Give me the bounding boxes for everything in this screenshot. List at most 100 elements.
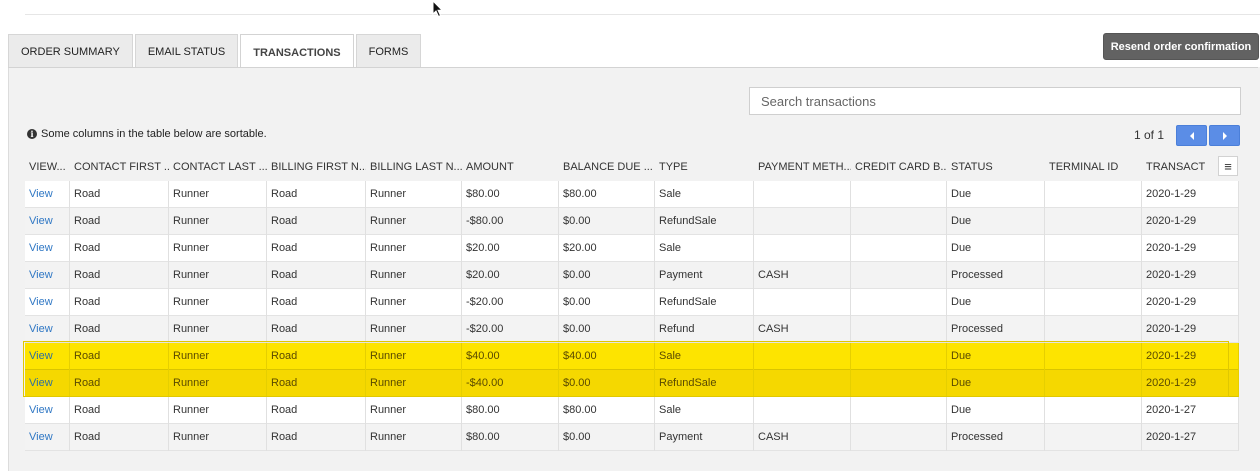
cell-type: RefundSale	[655, 208, 754, 235]
cell-type: RefundSale	[655, 289, 754, 316]
sortable-notice-text: Some columns in the table below are sort…	[41, 128, 267, 140]
column-header-billing-first[interactable]: BILLING FIRST N...	[267, 153, 366, 180]
tab-divider	[8, 67, 1258, 68]
chevron-right-icon	[1222, 131, 1227, 140]
cell-billing-last: Runner	[366, 289, 462, 316]
cell-transaction-date: 2020-1-29	[1142, 235, 1239, 262]
table-row: View Road Runner Road Runner $80.00 $0.00 Payme…	[25, 424, 1239, 451]
cell-billing-first: Road	[267, 424, 366, 451]
cell-payment-method: CASH	[754, 262, 851, 289]
column-header-status[interactable]: STATUS	[947, 153, 1045, 180]
cell-terminal-id	[1045, 397, 1142, 424]
cell-terminal-id	[1045, 316, 1142, 343]
table-row: View Road Runner Road Runner $20.00 $20.00 Sale…	[25, 235, 1239, 262]
column-header-billing-last[interactable]: BILLING LAST N...	[366, 153, 462, 180]
tab-bar: ORDER SUMMARY EMAIL STATUS TRANSACTIONS …	[8, 34, 423, 69]
view-link[interactable]: View	[25, 397, 70, 424]
cell-amount: $20.00	[462, 262, 559, 289]
view-link[interactable]: View	[25, 262, 70, 289]
cell-type: Payment	[655, 424, 754, 451]
column-header-amount[interactable]: AMOUNT	[462, 153, 559, 180]
cell-contact-first: Road	[70, 208, 169, 235]
cell-transaction-date: 2020-1-29	[1142, 343, 1239, 370]
column-header-contact-first[interactable]: CONTACT FIRST ...	[70, 153, 169, 180]
cell-billing-first: Road	[267, 397, 366, 424]
tab-order-summary[interactable]: ORDER SUMMARY	[8, 34, 133, 68]
view-link[interactable]: View	[25, 289, 70, 316]
cell-contact-first: Road	[70, 316, 169, 343]
tab-forms[interactable]: FORMS	[355, 34, 422, 68]
cell-terminal-id	[1045, 181, 1142, 208]
cell-payment-method	[754, 181, 851, 208]
cell-type: Payment	[655, 262, 754, 289]
cell-balance-due: $0.00	[559, 262, 655, 289]
column-header-terminal-id[interactable]: TERMINAL ID	[1045, 153, 1142, 180]
cell-billing-first: Road	[267, 343, 366, 370]
cell-transaction-date: 2020-1-29	[1142, 289, 1239, 316]
hamburger-menu-icon[interactable]: ≡	[1218, 156, 1238, 176]
mouse-pointer-icon	[432, 0, 444, 18]
cell-billing-first: Road	[267, 370, 366, 397]
cell-type: Sale	[655, 235, 754, 262]
cell-balance-due: $0.00	[559, 316, 655, 343]
sortable-notice: i Some columns in the table below are so…	[27, 128, 267, 140]
view-link[interactable]: View	[25, 181, 70, 208]
cell-credit-card	[851, 316, 947, 343]
view-link[interactable]: View	[25, 316, 70, 343]
tab-transactions[interactable]: TRANSACTIONS	[240, 34, 354, 69]
cell-status: Due	[947, 289, 1045, 316]
top-divider	[25, 14, 1260, 15]
info-icon: i	[27, 129, 37, 139]
cell-credit-card	[851, 289, 947, 316]
cell-credit-card	[851, 370, 947, 397]
column-header-view[interactable]: VIEW...	[25, 153, 70, 180]
cell-transaction-date: 2020-1-27	[1142, 397, 1239, 424]
column-header-transaction-date[interactable]: TRANSACTIO	[1142, 153, 1206, 180]
next-page-button[interactable]	[1209, 125, 1240, 146]
cell-terminal-id	[1045, 289, 1142, 316]
cell-contact-last: Runner	[169, 424, 267, 451]
cell-billing-last: Runner	[366, 235, 462, 262]
cell-billing-last: Runner	[366, 424, 462, 451]
cell-payment-method: CASH	[754, 316, 851, 343]
cell-balance-due: $0.00	[559, 208, 655, 235]
cell-contact-first: Road	[70, 424, 169, 451]
cell-amount: $80.00	[462, 181, 559, 208]
cell-billing-first: Road	[267, 316, 366, 343]
cell-amount: $80.00	[462, 424, 559, 451]
column-header-payment-method[interactable]: PAYMENT METH...	[754, 153, 851, 180]
cell-status: Due	[947, 208, 1045, 235]
cell-contact-first: Road	[70, 397, 169, 424]
cell-amount: -$20.00	[462, 289, 559, 316]
column-header-contact-last[interactable]: CONTACT LAST ...	[169, 153, 267, 180]
cell-billing-last: Runner	[366, 208, 462, 235]
cell-credit-card	[851, 424, 947, 451]
cell-billing-last: Runner	[366, 181, 462, 208]
table-row: View Road Runner Road Runner $80.00 $80.00 Sale…	[25, 181, 1239, 208]
cell-terminal-id	[1045, 262, 1142, 289]
column-header-balance-due[interactable]: BALANCE DUE ...	[559, 153, 655, 180]
view-link[interactable]: View	[25, 235, 70, 262]
prev-page-button[interactable]	[1176, 125, 1207, 146]
cell-billing-last: Runner	[366, 397, 462, 424]
table-row: View Road Runner Road Runner -$40.00 $0.00 Refu…	[25, 370, 1239, 397]
cell-contact-last: Runner	[169, 181, 267, 208]
resend-order-confirmation-button[interactable]: Resend order confirmation	[1103, 33, 1259, 60]
tab-email-status[interactable]: EMAIL STATUS	[134, 34, 239, 68]
column-header-credit-card[interactable]: CREDIT CARD B...	[851, 153, 947, 180]
chevron-left-icon	[1189, 131, 1194, 140]
cell-transaction-date: 2020-1-27	[1142, 424, 1239, 451]
view-link[interactable]: View	[25, 208, 70, 235]
cell-credit-card	[851, 235, 947, 262]
cell-transaction-date: 2020-1-29	[1142, 370, 1239, 397]
column-header-type[interactable]: TYPE	[655, 153, 754, 180]
cell-terminal-id	[1045, 370, 1142, 397]
table-row: View Road Runner Road Runner $80.00 $80.00 Sale…	[25, 397, 1239, 424]
cell-payment-method	[754, 289, 851, 316]
search-transactions-input[interactable]	[749, 87, 1241, 115]
view-link[interactable]: View	[25, 370, 70, 397]
view-link[interactable]: View	[25, 343, 70, 370]
cell-status: Processed	[947, 262, 1045, 289]
view-link[interactable]: View	[25, 424, 70, 451]
table-row: View Road Runner Road Runner $20.00 $0.00 Payme…	[25, 262, 1239, 289]
